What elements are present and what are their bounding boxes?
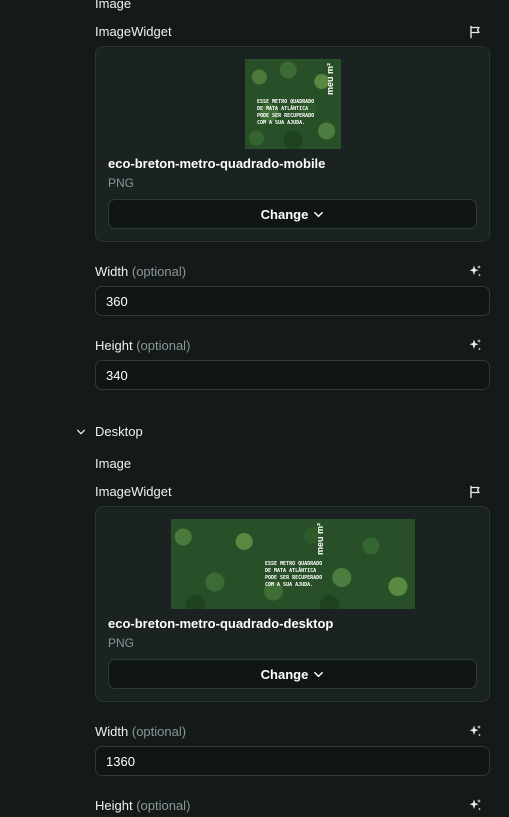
desktop-imagewidget-label: ImageWidget xyxy=(95,484,172,499)
flag-icon[interactable] xyxy=(468,485,482,499)
desktop-image-label: Image xyxy=(95,456,132,471)
mobile-file-name: eco-breton-metro-quadrado-mobile xyxy=(108,156,326,171)
mobile-thumb-caption-1: ESSE METRO QUADRADO xyxy=(257,99,315,105)
desktop-thumb-caption-1: ESSE METRO QUADRADO xyxy=(265,561,323,567)
mobile-thumb-caption-3: PODE SER RECUPERADO xyxy=(257,113,315,119)
mobile-change-button[interactable]: Change xyxy=(108,199,477,229)
desktop-group-toggle[interactable]: Desktop xyxy=(76,424,143,440)
desktop-height-label: Height (optional) xyxy=(95,798,191,813)
mobile-image-thumbnail: meu m² ESSE METRO QUADRADO DE MATA ATLÂN… xyxy=(245,59,341,149)
desktop-file-type: PNG xyxy=(108,636,135,650)
flag-icon[interactable] xyxy=(468,25,482,39)
mobile-thumb-caption-4: COM A SUA AJUDA. xyxy=(257,120,306,126)
mobile-image-card: meu m² ESSE METRO QUADRADO DE MATA ATLÂN… xyxy=(95,46,490,242)
mobile-height-input[interactable] xyxy=(95,360,490,390)
desktop-image-thumbnail: meu m² ESSE METRO QUADRADO DE MATA ATLÂN… xyxy=(171,519,415,609)
sparkle-icon[interactable] xyxy=(468,798,482,812)
desktop-width-label: Width (optional) xyxy=(95,724,187,739)
mobile-imagewidget-label: ImageWidget xyxy=(95,24,172,39)
desktop-thumb-caption-4: COM A SUA AJUDA. xyxy=(265,582,314,588)
sparkle-icon[interactable] xyxy=(468,724,482,738)
desktop-thumb-caption-2: DE MATA ATLÂNTICA xyxy=(265,568,317,574)
mobile-width-label: Width (optional) xyxy=(95,264,187,279)
desktop-file-name: eco-breton-metro-quadrado-desktop xyxy=(108,616,334,631)
mobile-image-label: Image xyxy=(95,0,132,11)
chevron-down-icon xyxy=(77,429,85,435)
chevron-down-icon xyxy=(314,671,324,677)
mobile-thumb-caption-2: DE MATA ATLÂNTICA xyxy=(257,106,309,112)
desktop-group-label: Desktop xyxy=(95,424,143,439)
mobile-file-type: PNG xyxy=(108,176,135,190)
desktop-width-input[interactable] xyxy=(95,746,490,776)
sparkle-icon[interactable] xyxy=(468,264,482,278)
sparkle-icon[interactable] xyxy=(468,338,482,352)
chevron-down-icon xyxy=(314,211,324,217)
change-button-label: Change xyxy=(260,206,309,222)
desktop-image-card: meu m² ESSE METRO QUADRADO DE MATA ATLÂN… xyxy=(95,506,490,702)
mobile-width-input[interactable] xyxy=(95,286,490,316)
desktop-change-button[interactable]: Change xyxy=(108,659,477,689)
mobile-height-label: Height (optional) xyxy=(95,338,191,353)
desktop-thumb-caption-3: PODE SER RECUPERADO xyxy=(265,575,323,581)
change-button-label: Change xyxy=(260,666,309,682)
